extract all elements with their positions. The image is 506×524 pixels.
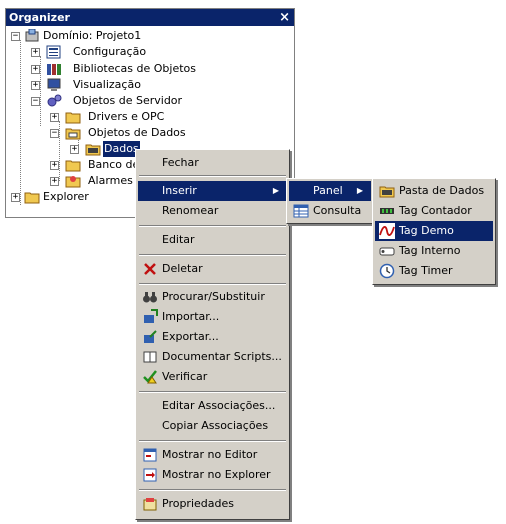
menu-separator bbox=[139, 440, 286, 442]
collapse-icon[interactable]: − bbox=[50, 129, 59, 138]
menu-item-mostrar-editor[interactable]: Mostrar no Editor bbox=[138, 445, 287, 465]
menu-item-inserir[interactable]: Inserir ▶ bbox=[138, 181, 287, 201]
menu-separator bbox=[139, 489, 286, 491]
alarm-icon bbox=[65, 176, 81, 188]
menu-separator bbox=[139, 283, 286, 285]
menu-item-tag-timer[interactable]: Tag Timer bbox=[375, 261, 493, 281]
sine-wave-icon bbox=[379, 223, 395, 239]
menu-item-renomear[interactable]: Renomear bbox=[138, 201, 287, 221]
gears-icon bbox=[47, 94, 62, 107]
explorer-folder-icon bbox=[24, 192, 40, 204]
show-editor-icon bbox=[143, 448, 157, 462]
show-explorer-icon bbox=[143, 468, 157, 482]
folder-icon bbox=[65, 112, 81, 124]
menu-item-copiar-associacoes[interactable]: Copiar Associações bbox=[138, 416, 287, 436]
data-folder-icon bbox=[85, 144, 101, 156]
close-icon[interactable]: × bbox=[279, 9, 290, 26]
library-icon bbox=[47, 64, 61, 75]
submenu-arrow-icon: ▶ bbox=[272, 186, 279, 195]
data-folder-icon bbox=[379, 186, 395, 198]
expand-icon[interactable]: + bbox=[50, 177, 59, 186]
tree-line bbox=[40, 56, 41, 126]
menu-item-tag-demo[interactable]: Tag Demo bbox=[375, 221, 493, 241]
properties-icon bbox=[143, 498, 157, 511]
clock-icon bbox=[379, 263, 395, 279]
menu-separator bbox=[139, 391, 286, 393]
counter-icon bbox=[380, 208, 394, 214]
menu-item-consulta[interactable]: Consulta bbox=[289, 201, 371, 221]
expand-icon[interactable]: + bbox=[70, 145, 79, 154]
import-icon bbox=[144, 309, 158, 323]
database-folder-icon bbox=[65, 160, 81, 172]
tree-line bbox=[20, 40, 21, 205]
expand-icon[interactable]: + bbox=[31, 65, 40, 74]
organizer-title-bar: Organizer × bbox=[6, 9, 294, 26]
table-icon bbox=[293, 204, 309, 218]
expand-icon[interactable]: + bbox=[50, 161, 59, 170]
menu-item-deletar[interactable]: Deletar bbox=[138, 259, 287, 279]
context-menu: Fechar Inserir ▶ Renomear Editar Deletar… bbox=[135, 149, 290, 520]
expand-icon[interactable]: + bbox=[11, 193, 20, 202]
submenu-arrow-icon: ▶ bbox=[356, 186, 363, 195]
menu-item-tag-contador[interactable]: Tag Contador bbox=[375, 201, 493, 221]
menu-item-pasta-dados[interactable]: Pasta de Dados bbox=[375, 181, 493, 201]
tree-line bbox=[59, 121, 60, 181]
menu-item-exportar[interactable]: Exportar... bbox=[138, 327, 287, 347]
delete-x-icon bbox=[144, 263, 156, 275]
verify-check-icon bbox=[143, 370, 157, 384]
expand-icon[interactable]: + bbox=[31, 48, 40, 57]
menu-separator bbox=[139, 175, 286, 177]
menu-item-documentar[interactable]: Documentar Scripts... bbox=[138, 347, 287, 367]
menu-separator bbox=[139, 225, 286, 227]
expand-icon[interactable]: + bbox=[50, 113, 59, 122]
menu-separator bbox=[139, 254, 286, 256]
export-icon bbox=[144, 330, 157, 343]
internal-tag-icon bbox=[379, 247, 395, 256]
book-icon bbox=[143, 351, 157, 363]
menu-item-mostrar-explorer[interactable]: Mostrar no Explorer bbox=[138, 465, 287, 485]
collapse-icon[interactable]: − bbox=[11, 32, 20, 41]
panel-submenu: Pasta de Dados Tag Contador Tag Demo Tag… bbox=[372, 178, 496, 285]
menu-item-tag-interno[interactable]: Tag Interno bbox=[375, 241, 493, 261]
expand-icon[interactable]: + bbox=[31, 81, 40, 90]
menu-item-editar-associacoes[interactable]: Editar Associações... bbox=[138, 396, 287, 416]
menu-item-panel[interactable]: Panel ▶ bbox=[289, 181, 371, 201]
folder-open-icon bbox=[65, 128, 81, 140]
menu-item-fechar[interactable]: Fechar bbox=[138, 153, 287, 173]
menu-item-procurar[interactable]: Procurar/Substituir bbox=[138, 287, 287, 307]
monitor-icon bbox=[47, 78, 61, 91]
config-icon bbox=[46, 45, 61, 59]
insert-submenu: Panel ▶ Consulta bbox=[286, 178, 374, 224]
menu-item-editar[interactable]: Editar bbox=[138, 230, 287, 250]
binoculars-icon bbox=[143, 292, 157, 303]
collapse-icon[interactable]: − bbox=[31, 97, 40, 106]
organizer-title: Organizer bbox=[9, 11, 70, 24]
domain-icon bbox=[25, 29, 39, 42]
menu-item-importar[interactable]: Importar... bbox=[138, 307, 287, 327]
menu-item-verificar[interactable]: Verificar bbox=[138, 367, 287, 387]
menu-item-propriedades[interactable]: Propriedades bbox=[138, 494, 287, 514]
